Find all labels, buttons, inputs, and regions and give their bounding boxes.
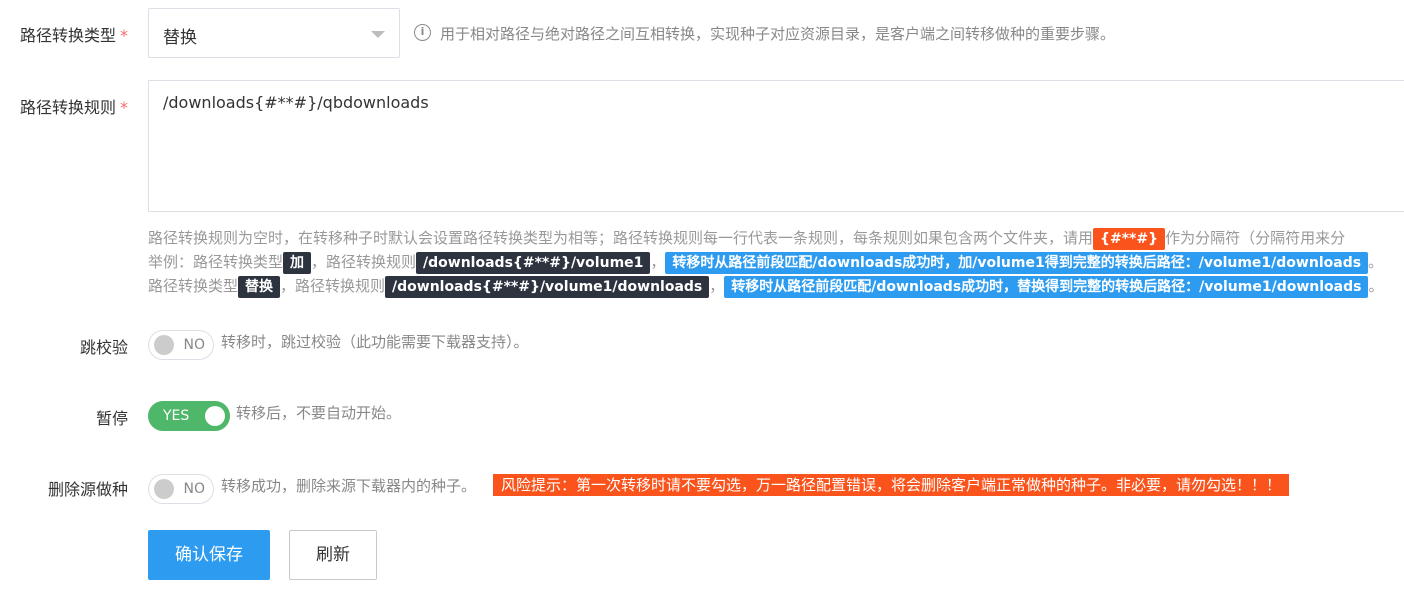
pause-toggle[interactable]: YES <box>148 401 230 431</box>
refresh-button[interactable]: 刷新 <box>289 530 377 580</box>
delete-source-hint: 转移成功，删除来源下载器内的种子。 <box>221 477 477 495</box>
pause-label: 暂停 <box>95 409 128 428</box>
help-line-1: 路径转换规则为空时，在转移种子时默认会设置路径转换类型为相等；路径转换规则每一行… <box>148 226 1384 250</box>
delete-source-toggle[interactable]: NO <box>148 474 214 504</box>
toggle-knob <box>205 406 225 426</box>
toggle-knob <box>154 479 174 499</box>
help-text: 。 <box>1368 277 1384 295</box>
toggle-knob <box>154 335 174 355</box>
risk-warning-badge: 风险提示：第一次转移时请不要勾选，万一路径配置错误，将会删除客户端正常做种的种子… <box>493 474 1290 496</box>
path-type-label: 路径转换类型 * <box>0 22 128 46</box>
required-mark: * <box>120 98 128 117</box>
help-text: ，路径转换规则 <box>280 277 386 295</box>
help-text: 路径转换类型 <box>148 277 239 295</box>
path-rules-label-text: 路径转换规则 <box>19 98 116 117</box>
example-rule-chip: /downloads{#**#}/volume1/downloads <box>385 275 710 298</box>
path-rules-label: 路径转换规则 * <box>0 94 128 118</box>
example-rule-chip: /downloads{#**#}/volume1 <box>416 251 651 274</box>
help-line-3: 路径转换类型 替换 ，路径转换规则/downloads{#**#}/volume1/… <box>148 274 1384 298</box>
help-text: 路径转换规则为空时，在转移种子时默认会设置路径转换类型为相等；路径转换规则每一行… <box>148 229 1094 247</box>
path-rules-textarea[interactable]: /downloads{#**#}/qbdownloads <box>148 80 1404 212</box>
skip-check-hint: 转移时，跳过校验（此功能需要下载器支持）。 <box>221 333 529 351</box>
path-type-selected-value: 替换 <box>163 28 197 48</box>
skip-check-toggle[interactable]: NO <box>148 330 214 360</box>
required-mark: * <box>120 26 128 45</box>
path-type-select[interactable]: 替换 <box>148 8 400 58</box>
toggle-state-text: NO <box>183 337 206 353</box>
info-icon: i <box>414 24 431 41</box>
pause-hint: 转移后，不要自动开始。 <box>236 404 402 422</box>
example-type-chip: 加 <box>283 251 312 274</box>
toggle-state-text: NO <box>183 481 206 497</box>
toggle-state-text: YES <box>163 408 190 424</box>
path-type-hint: 用于相对路径与绝对路径之间互相转换，实现种子对应资源目录，是客户端之间转移做种的… <box>440 25 1116 43</box>
example-result-chip: 转移时从路径前段匹配/downloads成功时，替换得到完整的转换后路径：/vo… <box>724 275 1369 298</box>
separator-chip: {#**#} <box>1093 227 1166 250</box>
help-text: ， <box>709 277 725 295</box>
path-type-label-text: 路径转换类型 <box>19 26 116 45</box>
help-text: 。 <box>1368 253 1384 271</box>
help-text: ，路径转换规则 <box>311 253 417 271</box>
skip-check-label: 跳校验 <box>79 338 128 357</box>
help-line-2: 举例：路径转换类型加，路径转换规则/downloads{#**#}/volume… <box>148 250 1384 274</box>
example-result-chip: 转移时从路径前段匹配/downloads成功时，加/volume1得到完整的转换… <box>665 251 1369 274</box>
chevron-down-icon[interactable] <box>371 31 385 38</box>
help-text: 作为分隔符（分隔符用来分 <box>1165 229 1346 247</box>
path-rules-help: 路径转换规则为空时，在转移种子时默认会设置路径转换类型为相等；路径转换规则每一行… <box>148 226 1384 298</box>
help-text: ， <box>650 253 666 271</box>
example-type-chip: 替换 <box>238 275 281 298</box>
delete-source-label: 删除源做种 <box>47 480 128 499</box>
save-button[interactable]: 确认保存 <box>148 530 270 580</box>
help-text: 举例：路径转换类型 <box>148 253 284 271</box>
